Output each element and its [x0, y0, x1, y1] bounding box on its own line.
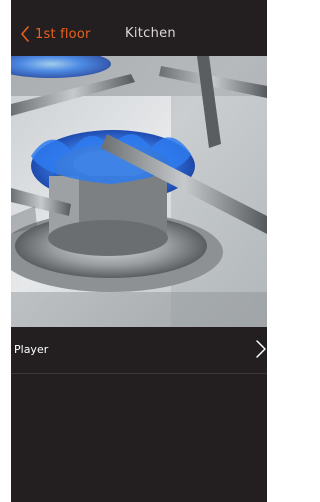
list-item-label: Player [14, 343, 49, 356]
list-item-player[interactable]: Player [11, 327, 267, 374]
page-title: Kitchen [125, 26, 176, 41]
chevron-left-icon [21, 26, 29, 42]
back-label: 1st floor [35, 26, 91, 42]
camera-image [11, 56, 267, 327]
app-screen: 1st floor Kitchen Player [11, 0, 267, 502]
top-bar: 1st floor Kitchen [11, 0, 267, 56]
back-button[interactable]: 1st floor [19, 24, 91, 44]
chevron-right-icon [256, 340, 266, 358]
